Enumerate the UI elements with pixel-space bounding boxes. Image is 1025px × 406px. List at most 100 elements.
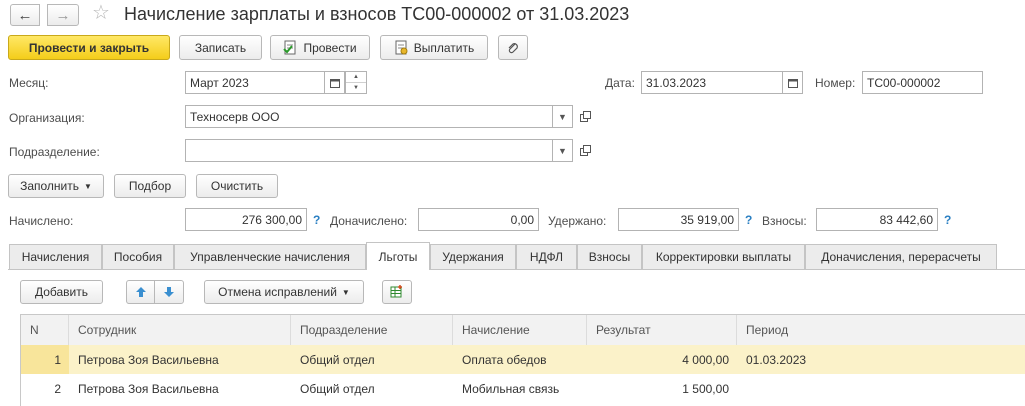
number-field[interactable]: ТС00-000002: [862, 71, 983, 94]
clear-label: Очистить: [210, 179, 264, 193]
dept-field[interactable]: [185, 139, 553, 162]
dept-dropdown-button[interactable]: ▼: [553, 139, 573, 162]
table-cell-accrual[interactable]: Мобильная связь: [453, 374, 587, 403]
forward-button[interactable]: →: [47, 4, 79, 26]
column-label: Сотрудник: [78, 323, 137, 337]
column-header-department[interactable]: Подразделение: [291, 315, 453, 345]
column-label: Начисление: [462, 323, 530, 337]
number-value: ТС00-000002: [867, 75, 941, 90]
fill-button[interactable]: Заполнить ▼: [8, 174, 104, 198]
tab-label: Взносы: [588, 250, 631, 264]
save-button[interactable]: Записать: [179, 35, 262, 60]
move-up-button[interactable]: [126, 280, 155, 304]
stepper-up-icon[interactable]: ▲: [346, 72, 366, 83]
calendar-icon: [787, 78, 798, 88]
paperclip-icon: [508, 42, 518, 53]
post-document-icon: [283, 40, 296, 55]
tab-label: Управленческие начисления: [190, 250, 350, 264]
withheld-help-icon[interactable]: ?: [745, 213, 752, 227]
add-button[interactable]: Добавить: [20, 280, 103, 304]
back-button[interactable]: ←: [10, 4, 40, 26]
tab-ndfl[interactable]: НДФЛ: [516, 244, 577, 269]
stepper-down-icon[interactable]: ▼: [346, 83, 366, 93]
tab-management-accruals[interactable]: Управленческие начисления: [174, 244, 366, 269]
post-close-button[interactable]: Провести и закрыть: [8, 35, 170, 60]
column-label: Период: [746, 323, 789, 337]
table-cell-employee[interactable]: Петрова Зоя Васильевна: [69, 345, 291, 374]
column-header-accrual[interactable]: Начисление: [453, 315, 587, 345]
accrued-help-icon[interactable]: ?: [313, 213, 320, 227]
table-cell-department[interactable]: Общий отдел: [291, 345, 453, 374]
column-header-n[interactable]: N: [21, 315, 69, 345]
table-cell-employee[interactable]: Петрова Зоя Васильевна: [69, 374, 291, 403]
org-dropdown-button[interactable]: ▼: [553, 105, 573, 128]
org-open-icon[interactable]: [576, 107, 594, 125]
tab-benefits[interactable]: Пособия: [102, 244, 174, 269]
month-label: Месяц:: [9, 76, 49, 90]
table-settings-button[interactable]: [382, 280, 412, 304]
withheld-field[interactable]: 35 919,00: [618, 208, 739, 231]
date-calendar-button[interactable]: [783, 71, 803, 94]
column-header-employee[interactable]: Сотрудник: [69, 315, 291, 345]
table-cell-accrual[interactable]: Оплата обедов: [453, 345, 587, 374]
table-cell-n[interactable]: 2: [21, 374, 69, 403]
dropdown-arrow-icon: ▼: [558, 111, 567, 122]
contrib-field[interactable]: 83 442,60: [816, 208, 938, 231]
tab-label: Корректировки выплаты: [655, 250, 792, 264]
star-icon[interactable]: ☆: [92, 3, 110, 23]
withheld-label: Удержано:: [548, 214, 607, 228]
tab-label: Льготы: [378, 249, 418, 264]
tab-accruals[interactable]: Начисления: [9, 244, 102, 269]
accrued-label: Начислено:: [9, 214, 74, 228]
table-cell-department[interactable]: Общий отдел: [291, 374, 453, 403]
tab-label: Удержания: [442, 250, 504, 264]
post-close-label: Провести и закрыть: [28, 40, 150, 55]
dept-open-icon[interactable]: [576, 141, 594, 159]
tab-privileges[interactable]: Льготы: [366, 242, 430, 270]
select-button[interactable]: Подбор: [114, 174, 186, 198]
dropdown-arrow-icon: ▼: [558, 145, 567, 156]
privileges-table[interactable]: N Сотрудник Подразделение Начисление Рез…: [20, 314, 1025, 406]
org-field[interactable]: Техносерв ООО: [185, 105, 553, 128]
title-bar: ← → ☆ Начисление зарплаты и взносов ТС00…: [0, 0, 1025, 32]
pay-button[interactable]: Выплатить: [380, 35, 488, 60]
month-field[interactable]: Март 2023: [185, 71, 325, 94]
column-label: Подразделение: [300, 323, 388, 337]
contrib-help-icon[interactable]: ?: [944, 213, 951, 227]
move-down-button[interactable]: [154, 280, 184, 304]
date-value: 31.03.2023: [646, 75, 707, 90]
extra-label: Доначислено:: [330, 214, 408, 228]
tab-label: НДФЛ: [529, 250, 564, 264]
date-field[interactable]: 31.03.2023: [641, 71, 783, 94]
attach-button[interactable]: [498, 35, 528, 60]
tab-deductions[interactable]: Удержания: [430, 244, 516, 269]
org-value: Техносерв ООО: [190, 109, 280, 124]
column-header-period[interactable]: Период: [737, 315, 1025, 345]
date-label: Дата:: [605, 76, 635, 90]
table-cell-period[interactable]: [737, 374, 1025, 403]
table-cell-n[interactable]: 1: [21, 345, 69, 374]
month-stepper[interactable]: ▲ ▼: [345, 71, 367, 94]
cancel-fixes-button[interactable]: Отмена исправлений ▼: [204, 280, 364, 304]
column-header-result[interactable]: Результат: [587, 315, 737, 345]
org-label: Организация:: [9, 111, 85, 125]
post-button[interactable]: Провести: [270, 35, 370, 60]
accrued-value: 276 300,00: [241, 212, 302, 227]
tab-label: Пособия: [113, 250, 163, 264]
cancel-fixes-label: Отмена исправлений: [218, 285, 337, 299]
tab-contributions[interactable]: Взносы: [577, 244, 642, 269]
tab-payment-adjustments[interactable]: Корректировки выплаты: [642, 244, 805, 269]
table-add-icon: [390, 285, 402, 298]
extra-field[interactable]: 0,00: [418, 208, 539, 231]
accrued-field[interactable]: 276 300,00: [185, 208, 307, 231]
tab-recalculations[interactable]: Доначисления, перерасчеты: [805, 244, 997, 269]
table-cell-result[interactable]: 1 500,00: [587, 374, 737, 403]
table-cell-period[interactable]: 01.03.2023: [737, 345, 1025, 374]
month-calendar-button[interactable]: [325, 71, 345, 94]
column-label: Результат: [596, 323, 651, 337]
arrow-up-icon: [135, 287, 146, 297]
clear-button[interactable]: Очистить: [196, 174, 278, 198]
calendar-icon: [329, 78, 340, 88]
table-cell-result[interactable]: 4 000,00: [587, 345, 737, 374]
tab-label: Начисления: [21, 250, 90, 264]
